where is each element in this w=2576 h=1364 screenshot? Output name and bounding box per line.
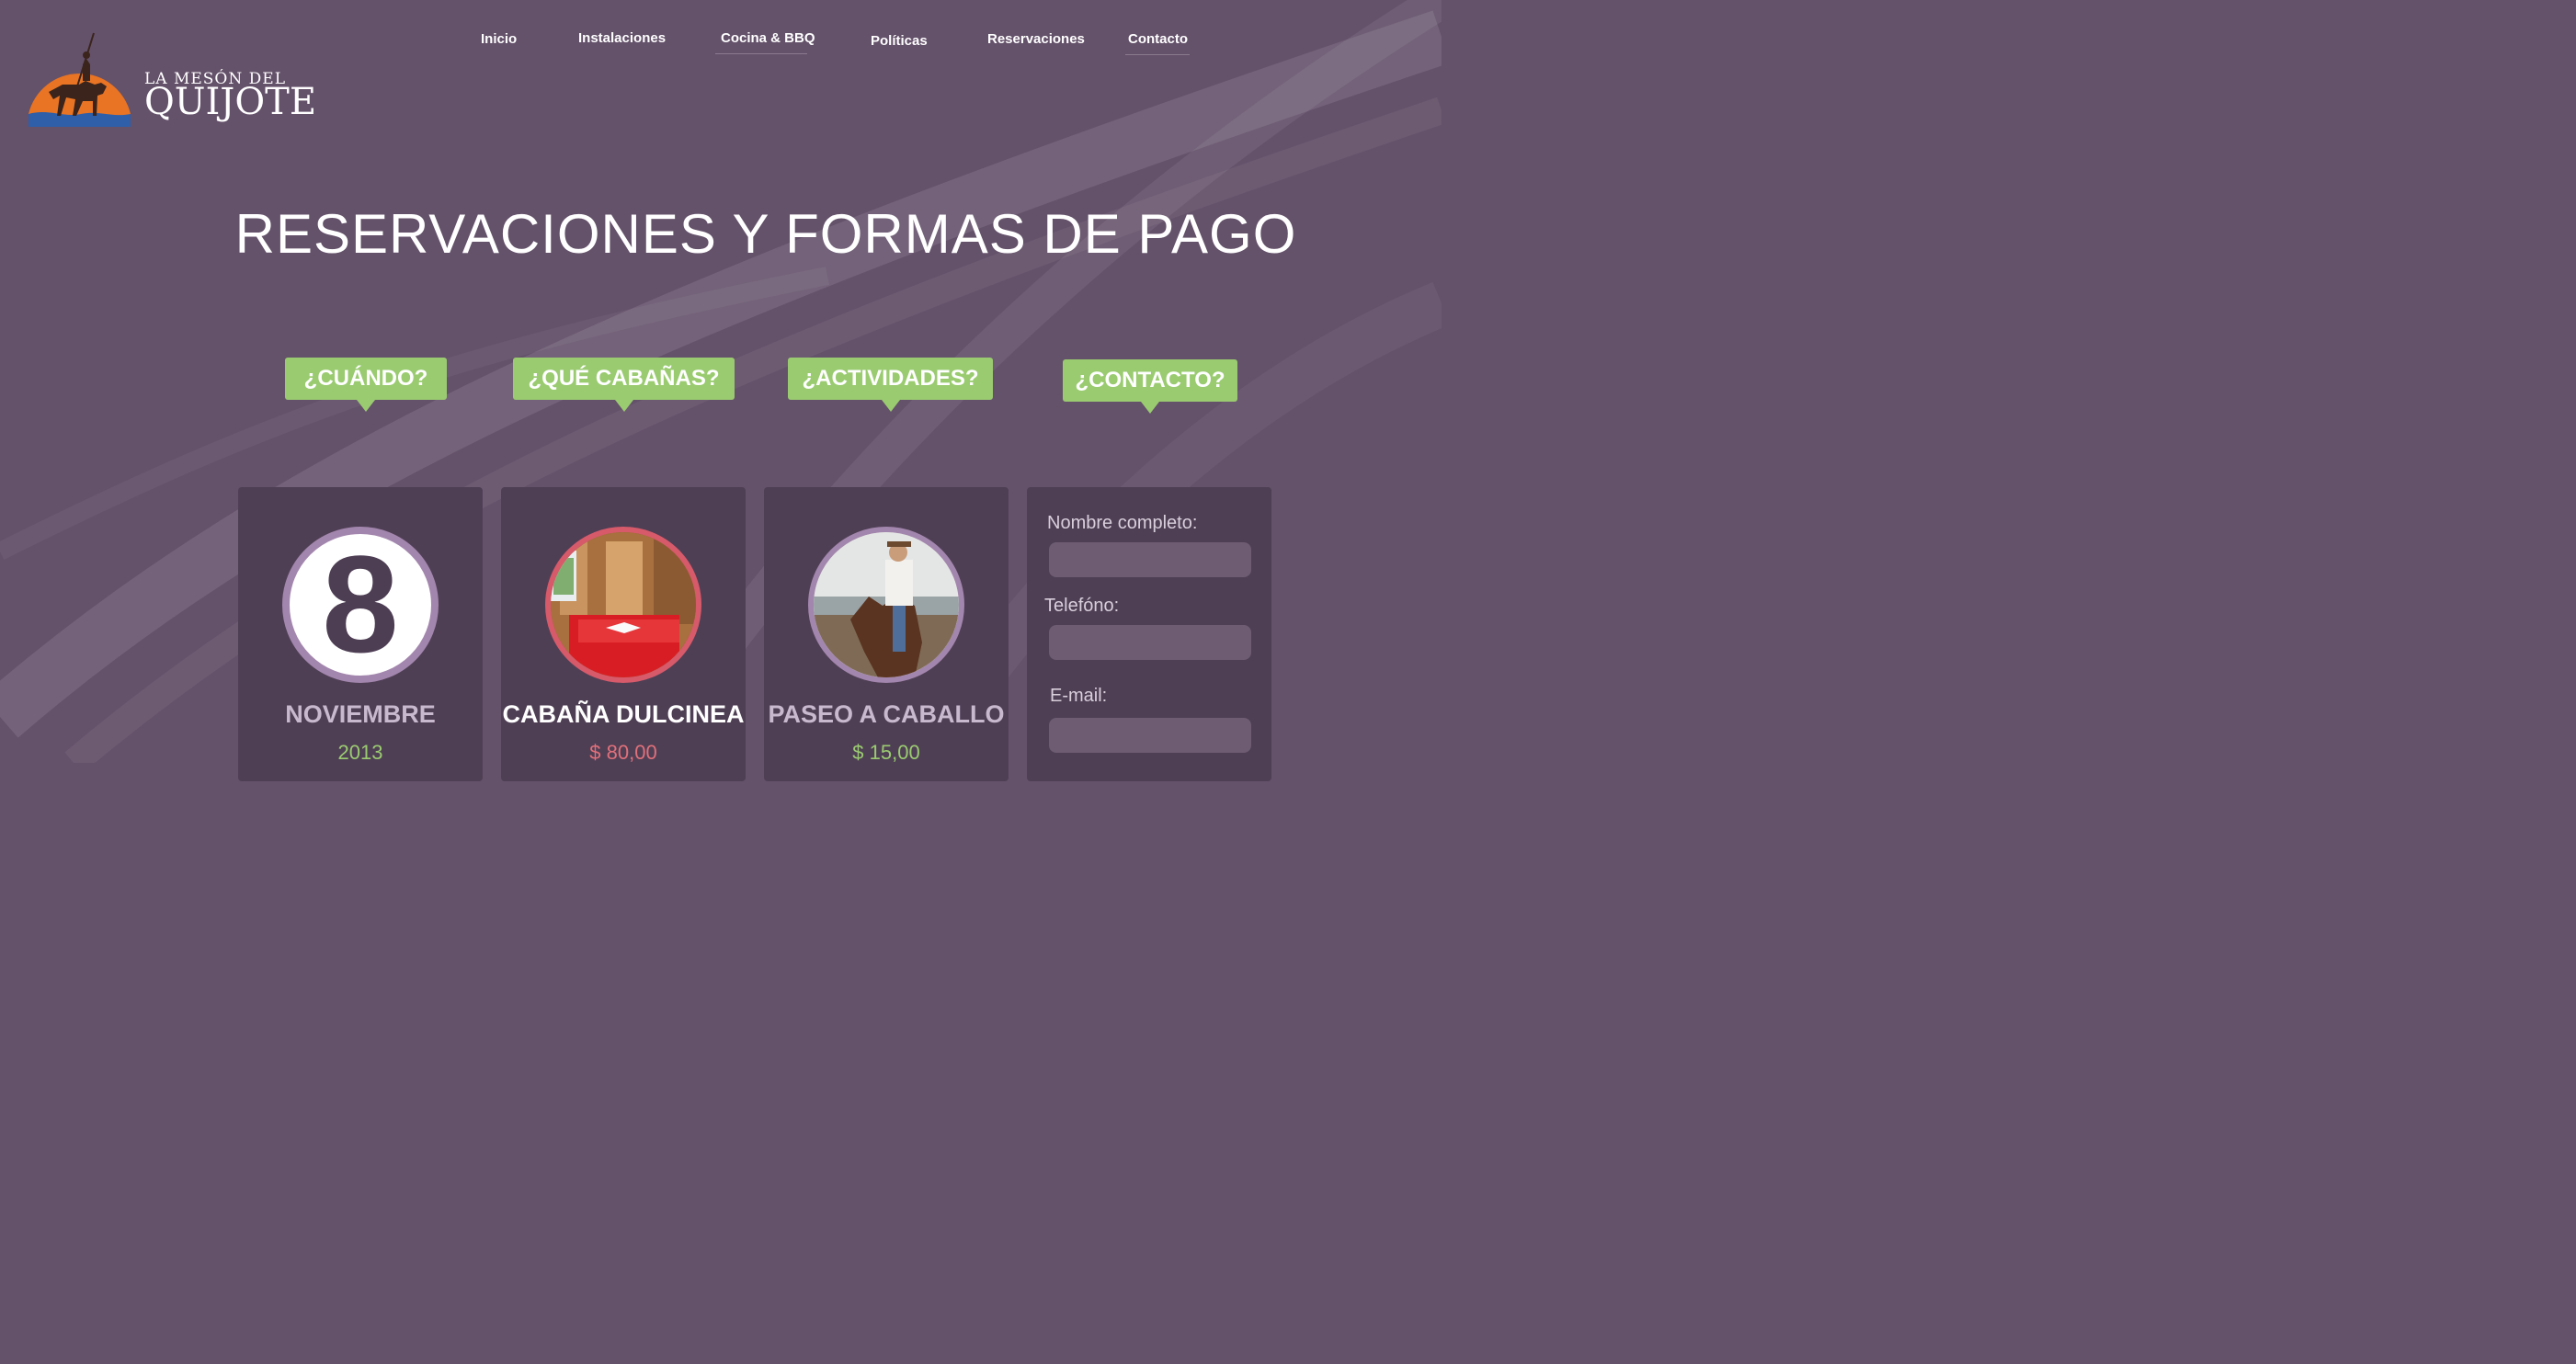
phone-label: Telefóno: (1044, 596, 1120, 616)
nav-inicio[interactable]: Inicio (481, 31, 517, 47)
nav-politicas[interactable]: Políticas (871, 33, 928, 49)
email-input[interactable] (1049, 718, 1251, 753)
nav-contacto[interactable]: Contacto (1128, 31, 1188, 47)
bubble-actividades: ¿ACTIVIDADES? (788, 358, 993, 412)
page-title: RESERVACIONES Y FORMAS DE PAGO (234, 203, 1297, 265)
cabin-card[interactable]: CABAÑA DULCINEA $ 80,00 (501, 487, 746, 781)
activity-name: PASEO A CABALLO (768, 700, 1005, 728)
full-name-input[interactable] (1049, 542, 1251, 577)
date-card[interactable]: 8 NOVIEMBRE 2013 (238, 487, 483, 781)
nav-underline (1125, 54, 1190, 55)
nav-cocina-bbq[interactable]: Cocina & BBQ (721, 30, 815, 46)
logo-text-main: QUIJOTE (144, 81, 317, 123)
contact-form-card: Nombre completo: Telefóno: E-mail: (1027, 487, 1271, 781)
nav-reservaciones[interactable]: Reservaciones (987, 31, 1085, 47)
name-label: Nombre completo: (1047, 513, 1198, 533)
nav-instalaciones[interactable]: Instalaciones (578, 30, 666, 46)
bubble-que-cabanas: ¿QUÉ CABAÑAS? (513, 358, 735, 412)
cabin-room-image (551, 532, 696, 677)
cabin-name: CABAÑA DULCINEA (502, 700, 745, 728)
cabin-price: $ 80,00 (589, 741, 657, 764)
nav-underline (715, 53, 807, 54)
year-label: 2013 (337, 741, 383, 764)
email-label: E-mail: (1050, 686, 1108, 706)
day-circle: 8 (282, 527, 439, 683)
phone-input[interactable] (1049, 625, 1251, 660)
activity-card[interactable]: PASEO A CABALLO $ 15,00 (764, 487, 1009, 781)
bubble-contacto: ¿CONTACTO? (1063, 359, 1237, 414)
activity-price: $ 15,00 (852, 741, 920, 764)
main-nav: Inicio Instalaciones Cocina & BBQ Políti… (0, 0, 1442, 64)
horse-ride-image (814, 532, 959, 677)
bubble-cuando: ¿CUÁNDO? (285, 358, 447, 412)
activity-photo (808, 527, 964, 683)
cabin-photo (545, 527, 701, 683)
month-label: NOVIEMBRE (285, 700, 436, 728)
